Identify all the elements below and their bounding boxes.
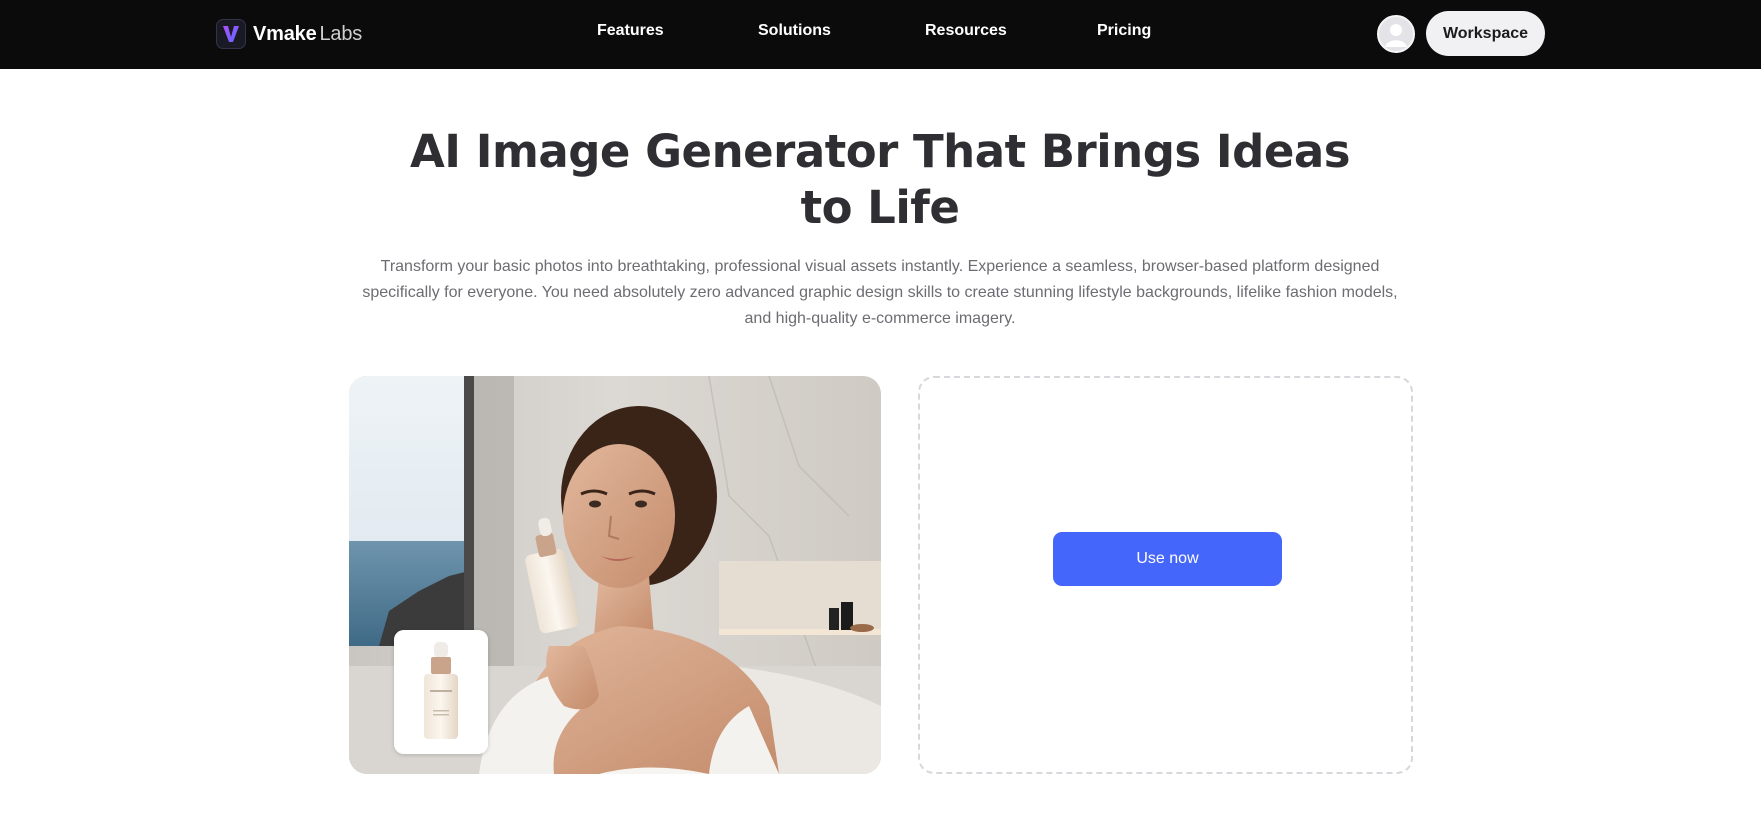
nav-link-pricing[interactable]: Pricing: [1097, 22, 1151, 40]
page-title-line-2: to Life: [800, 181, 960, 234]
user-avatar-icon[interactable]: [1377, 15, 1415, 53]
workspace-button[interactable]: Workspace: [1426, 11, 1545, 56]
brand-logo[interactable]: Vmake Labs: [216, 18, 362, 50]
serum-bottle-icon: [394, 630, 488, 754]
use-now-button[interactable]: Use now: [1053, 532, 1282, 586]
nav-link-resources[interactable]: Resources: [925, 22, 1007, 40]
vmake-logo-icon: [216, 19, 246, 49]
page-subtitle-line-1: Transform your basic photos into breatht…: [380, 258, 1380, 275]
brand-name: Vmake: [253, 22, 317, 45]
nav-link-features[interactable]: Features: [597, 22, 664, 40]
sample-generated-image: [349, 376, 881, 774]
page-subtitle-line-3: and high-quality e-commerce imagery.: [744, 310, 1016, 327]
upload-dropzone[interactable]: Use now: [918, 376, 1413, 774]
brand-suffix: Labs: [319, 22, 363, 45]
brand-wordmark: Vmake Labs: [253, 23, 362, 46]
page-subtitle: Transform your basic photos into breatht…: [340, 254, 1420, 332]
product-reference-thumbnail: [394, 630, 488, 754]
top-navbar: Vmake Labs Features Solutions Resources P…: [0, 0, 1761, 69]
nav-link-solutions[interactable]: Solutions: [758, 22, 831, 40]
page-title: AI Image Generator That Brings Ideas to …: [380, 124, 1380, 236]
page-subtitle-line-2: specifically for everyone. You need abso…: [362, 284, 1398, 301]
page-title-line-1: AI Image Generator That Brings Ideas: [409, 125, 1351, 178]
